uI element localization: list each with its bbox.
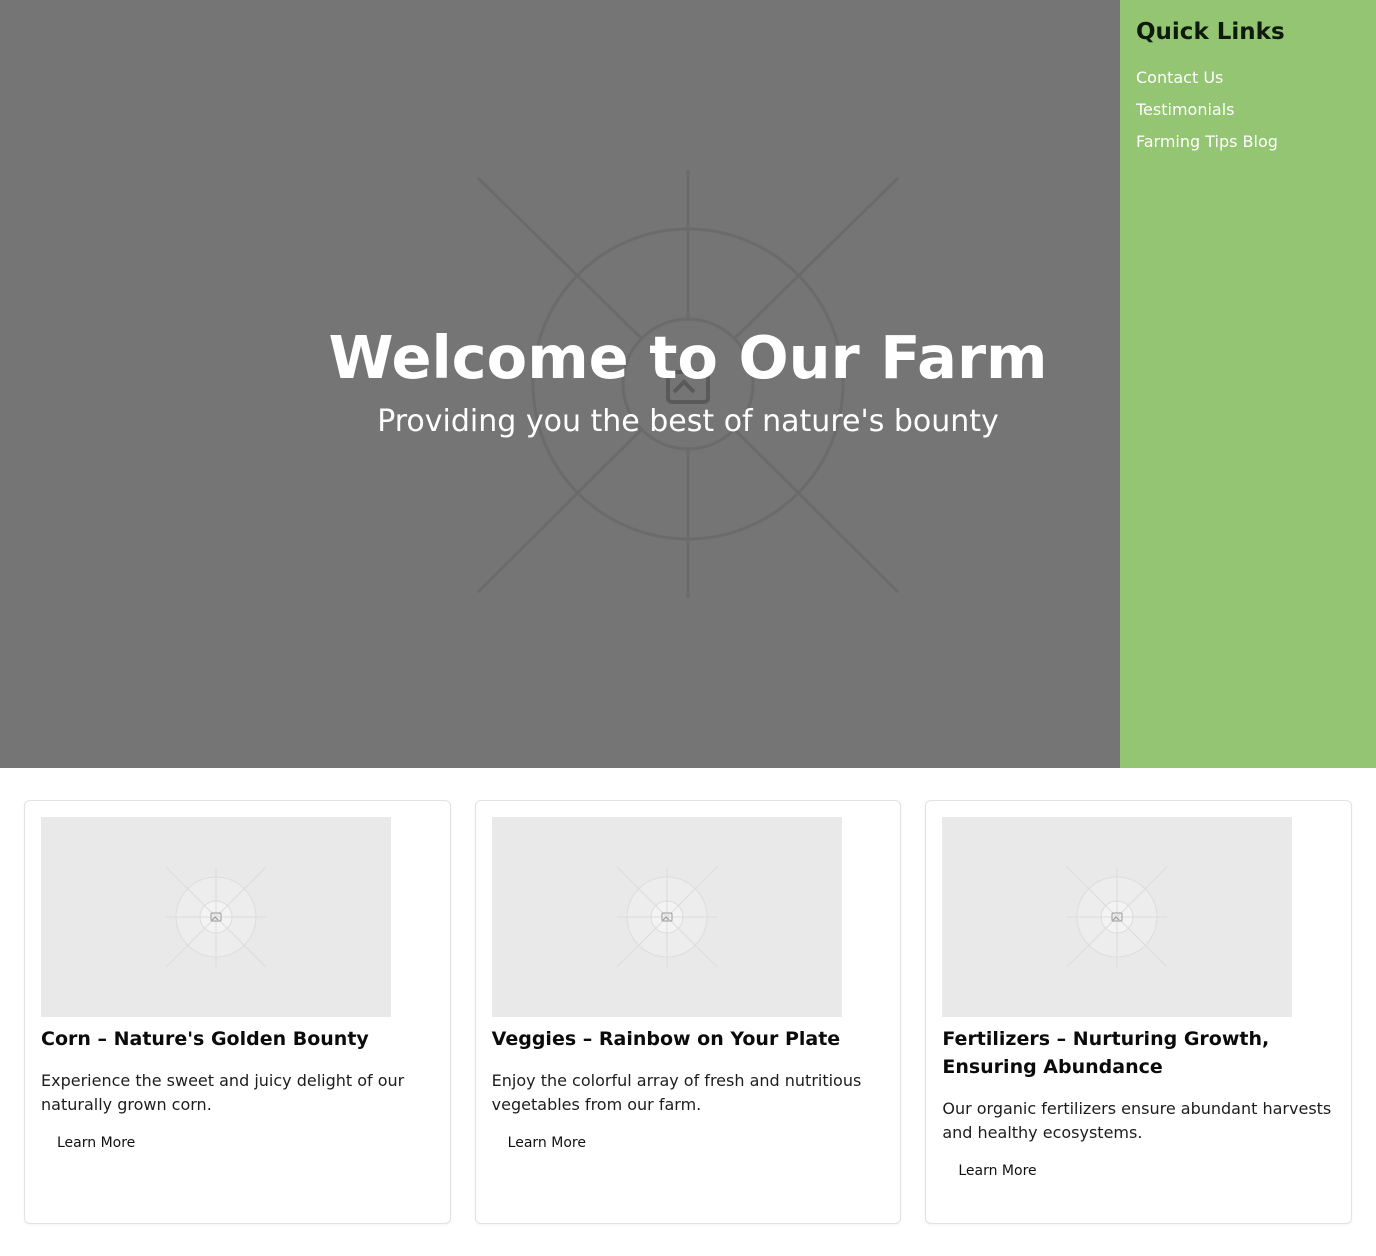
hero-text: Welcome to Our Farm Providing you the be… bbox=[0, 322, 1120, 442]
card-title: Corn – Nature's Golden Bounty bbox=[41, 1028, 369, 1050]
testimonials-link[interactable]: Testimonials bbox=[1136, 98, 1235, 122]
card-description: Experience the sweet and juicy delight o… bbox=[41, 1071, 405, 1114]
quick-link-item: Testimonials bbox=[1136, 98, 1360, 122]
product-card-veggies: Veggies – Rainbow on Your Plate Enjoy th… bbox=[474, 800, 902, 1224]
hero-section: Welcome to Our Farm Providing you the be… bbox=[0, 0, 1120, 768]
card-image-placeholder bbox=[41, 817, 391, 1017]
card-image-placeholder bbox=[491, 817, 842, 1017]
learn-more-button[interactable]: Learn More bbox=[41, 1125, 151, 1161]
product-card-corn: Corn – Nature's Golden Bounty Experience… bbox=[24, 800, 451, 1224]
quick-links-list: Contact Us Testimonials Farming Tips Blo… bbox=[1136, 66, 1360, 154]
quick-link-item: Farming Tips Blog bbox=[1136, 130, 1360, 154]
quick-links-sidebar: Quick Links Contact Us Testimonials Farm… bbox=[1120, 0, 1376, 768]
card-title: Veggies – Rainbow on Your Plate bbox=[491, 1028, 841, 1050]
card-description: Our organic fertilizers ensure abundant … bbox=[942, 1099, 1332, 1142]
card-title: Fertilizers – Nurturing Growth, Ensuring… bbox=[942, 1028, 1270, 1078]
product-cards: Corn – Nature's Golden Bounty Experience… bbox=[24, 800, 1353, 1224]
learn-more-button[interactable]: Learn More bbox=[942, 1153, 1052, 1189]
farming-tips-blog-link[interactable]: Farming Tips Blog bbox=[1136, 130, 1278, 154]
product-card-fertilizers: Fertilizers – Nurturing Growth, Ensuring… bbox=[925, 800, 1353, 1224]
card-image-placeholder bbox=[942, 817, 1293, 1017]
hero-subtitle: Providing you the best of nature's bount… bbox=[377, 404, 999, 439]
hero-title: Welcome to Our Farm bbox=[328, 323, 1048, 392]
card-description: Enjoy the colorful array of fresh and nu… bbox=[491, 1071, 862, 1114]
quick-link-item: Contact Us bbox=[1136, 66, 1360, 90]
quick-links-title: Quick Links bbox=[1136, 19, 1285, 45]
contact-us-link[interactable]: Contact Us bbox=[1136, 66, 1223, 90]
learn-more-button[interactable]: Learn More bbox=[492, 1125, 602, 1161]
